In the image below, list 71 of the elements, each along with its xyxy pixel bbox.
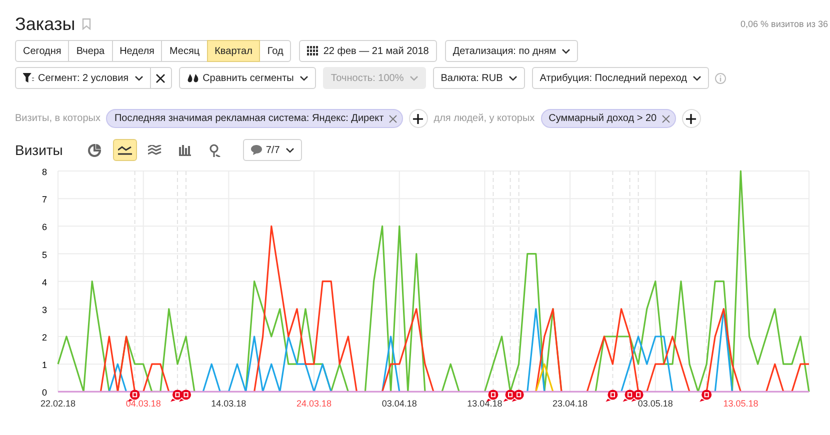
x-tick-label: 03.04.18 (382, 398, 417, 409)
date-range-button[interactable]: 22 фев — 21 май 2018 (299, 40, 437, 62)
x-tick-label: 13.05.18 (723, 398, 758, 409)
x-tick-label: 13.04.18 (467, 398, 502, 409)
chart-type-button[interactable] (112, 139, 137, 161)
caret-icon (286, 148, 294, 152)
holiday-marker-icon[interactable] (128, 390, 140, 402)
y-tick-label: 1 (42, 360, 47, 370)
y-tick-label: 0 (42, 388, 47, 398)
map-pin-icon (208, 144, 221, 156)
compare-dropdown[interactable]: Сравнить сегменты (178, 67, 316, 89)
filter-icon (23, 73, 34, 83)
add-condition-button[interactable] (408, 109, 428, 128)
caret-icon (300, 76, 308, 80)
holiday-marker-icon[interactable] (486, 390, 498, 402)
y-tick-label: 4 (42, 277, 47, 288)
line-chart-icon (118, 145, 132, 155)
plus-icon (686, 114, 696, 124)
x-tick-label: 24.03.18 (296, 398, 332, 409)
period-tab[interactable]: Месяц (161, 40, 208, 62)
caret-icon (410, 76, 418, 80)
condition-label: Визиты, в которых (15, 113, 100, 124)
y-tick-label: 8 (42, 167, 47, 177)
filter-chip[interactable]: Суммарный доход > 20 (540, 109, 676, 128)
dropdown-button[interactable]: Атрибуция: Последний переход (532, 67, 709, 89)
plus-icon (413, 114, 424, 124)
dropdown-button[interactable]: Валюта: RUB (432, 67, 525, 89)
period-tab[interactable]: Неделя (112, 40, 162, 62)
holiday-marker-icon[interactable] (170, 390, 182, 402)
y-tick-label: 3 (42, 304, 47, 315)
sample-note: 0,06 % визитов из 36 (740, 19, 829, 29)
period-tab[interactable]: Сегодня (15, 40, 70, 62)
calendar-icon (307, 46, 320, 56)
remove-icon[interactable] (662, 114, 670, 122)
holiday-marker-icon[interactable] (631, 390, 644, 402)
drops-icon (186, 73, 199, 83)
x-tick-label: 03.05.18 (638, 398, 673, 409)
add-condition-button[interactable] (682, 109, 701, 128)
period-tab[interactable]: Квартал (206, 40, 260, 62)
close-icon (156, 74, 166, 82)
period-tab[interactable]: Вчера (68, 40, 113, 62)
caret-icon (508, 76, 517, 80)
caret-icon (562, 48, 570, 54)
chart-title: Визиты (15, 142, 63, 158)
segment-dropdown[interactable]: Сегмент: 2 условия (15, 67, 151, 89)
comments-dropdown[interactable]: 7/7 (242, 139, 302, 161)
caret-icon (692, 76, 701, 80)
speech-bubble-icon (250, 145, 262, 155)
holiday-marker-icon[interactable] (179, 390, 191, 402)
x-tick-label: 22.02.18 (40, 398, 76, 409)
holiday-marker-icon[interactable] (700, 390, 712, 402)
condition-label: для людей, у которых (434, 113, 535, 124)
page-title: Заказы (15, 14, 76, 34)
holiday-marker-icon[interactable] (512, 390, 524, 402)
wavy-lines-icon (148, 144, 162, 156)
y-tick-label: 6 (42, 222, 47, 232)
remove-icon[interactable] (388, 114, 397, 122)
x-tick-label: 23.04.18 (552, 398, 588, 409)
x-tick-label: 04.03.18 (126, 398, 161, 409)
y-tick-label: 7 (42, 194, 47, 205)
filter-chip[interactable]: Последняя значимая рекламная система: Яндекс: Директ (106, 109, 403, 128)
caret-icon (134, 76, 143, 80)
holiday-marker-icon[interactable] (606, 390, 618, 402)
bar-chart-icon (178, 144, 191, 156)
y-tick-label: 5 (42, 250, 47, 260)
detail-dropdown[interactable]: Детализация: по дням (444, 40, 578, 62)
period-tab[interactable]: Год (259, 40, 292, 62)
x-tick-label: 14.03.18 (211, 398, 246, 409)
clear-button[interactable] (150, 67, 172, 89)
y-tick-label: 2 (42, 332, 47, 343)
pie-chart-icon (88, 144, 102, 156)
